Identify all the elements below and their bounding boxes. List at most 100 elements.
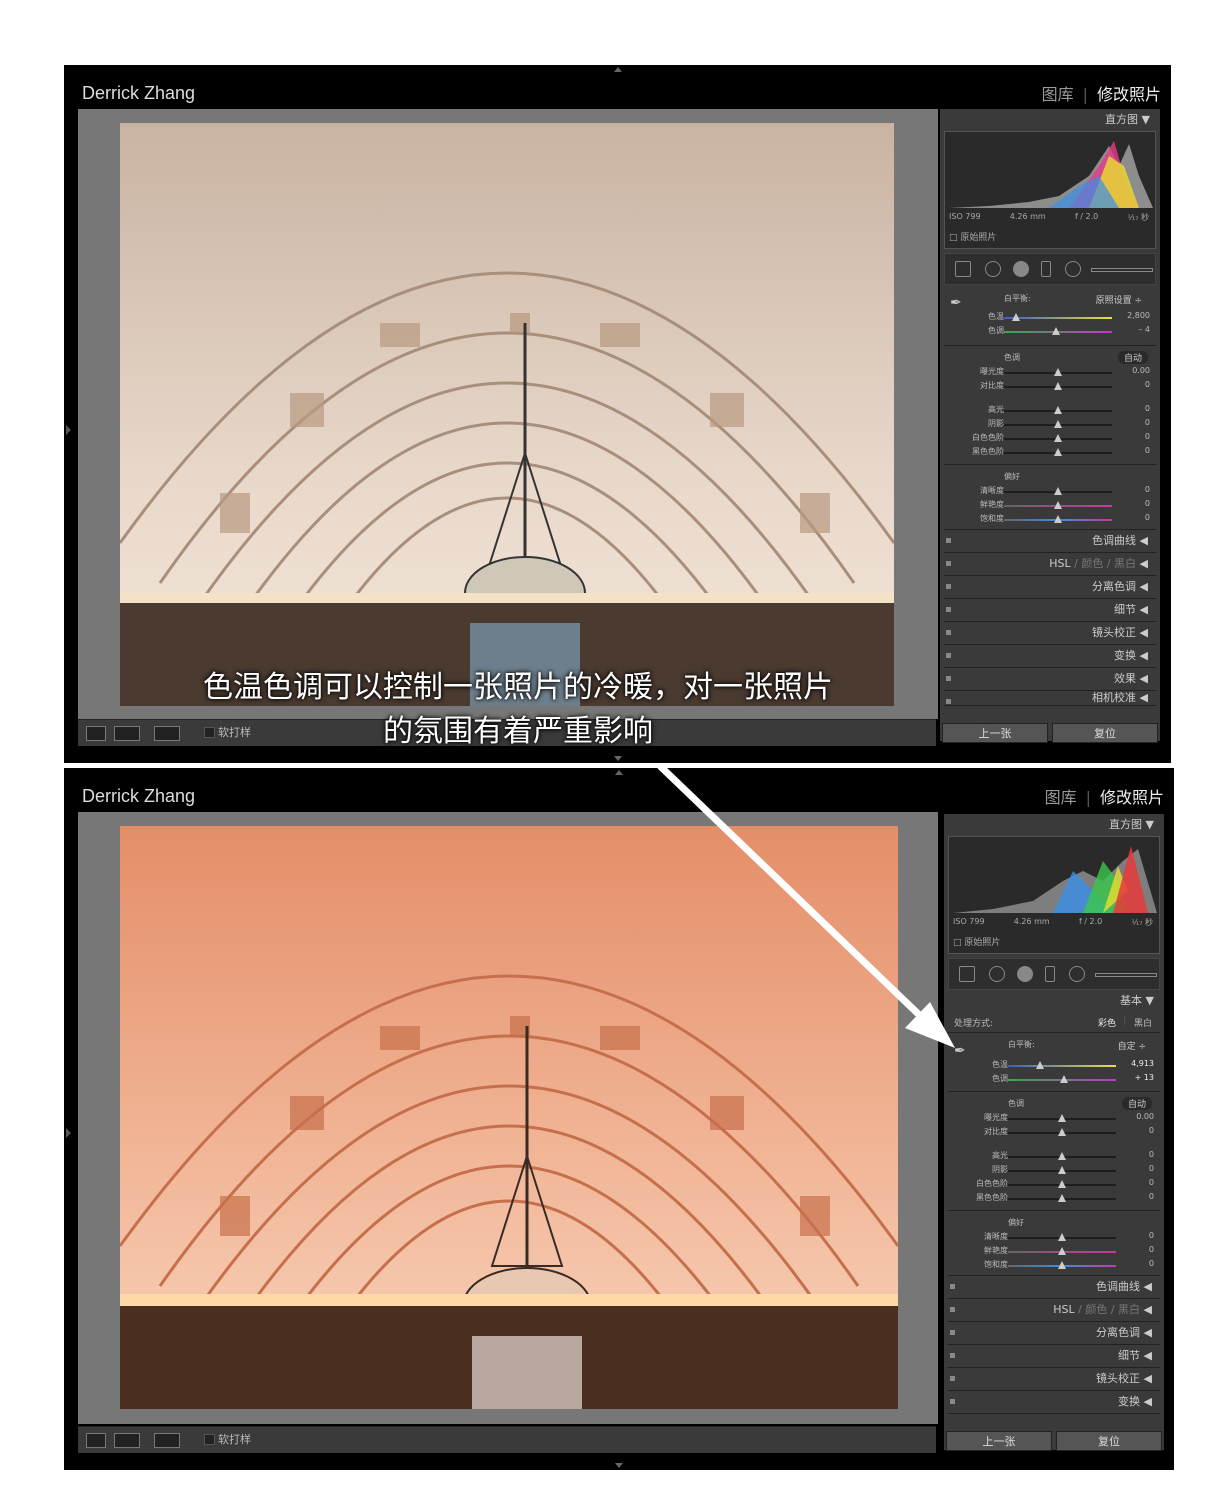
saturation-slider[interactable]: 饱和度 0 [948,1259,1160,1273]
tint-slider[interactable]: 色调 – 4 [944,325,1156,339]
lightroom-window-after: Derrick Zhang 图库 | 修改照片 软打样 直方图 ▼ ISO 79… [64,768,1174,1470]
radial-filter-icon[interactable] [1069,966,1085,982]
tint-slider[interactable]: 色调 + 13 [948,1073,1160,1087]
basic-header[interactable]: 基本 ▼ [944,990,1164,1012]
eyedropper-icon[interactable]: ✒ [950,295,966,311]
histogram: ISO 799 4.26 mm f / 2.0 ¹⁄₁₇ 秒 □ 原始照片 [948,836,1160,954]
softproof-checkbox[interactable] [204,1434,215,1445]
develop-bottom-buttons: 上一张 复位 [944,1428,1164,1454]
module-develop[interactable]: 修改照片 [1100,788,1164,807]
reset-button[interactable]: 复位 [1056,1431,1162,1451]
panel-tone-curve[interactable]: 色调曲线 ◀ [948,1276,1160,1299]
wb-select[interactable]: 原照设置 ÷ [1096,293,1142,306]
wb-select[interactable]: 自定 ÷ [1118,1039,1146,1052]
auto-tone-button[interactable]: 自动 [1117,351,1148,364]
top-panel-toggle[interactable] [615,770,623,775]
exif-info: ISO 799 4.26 mm f / 2.0 ¹⁄₁₇ 秒 [953,917,1153,927]
bottom-panel-toggle[interactable] [613,756,622,761]
panel-transform[interactable]: 变换 ◀ [948,1391,1160,1414]
identity-plate: Derrick Zhang [82,83,196,103]
contrast-slider[interactable]: 对比度 0 [944,380,1156,394]
filmstrip-toolbar: 软打样 [78,1426,936,1453]
presence-label: 偏好 [1004,472,1020,481]
temperature-slider[interactable]: 色温 2,800 [944,311,1156,325]
left-panel-toggle[interactable] [66,425,71,435]
panel-tone-curve[interactable]: 色调曲线 ◀ [944,530,1156,553]
shadows-slider[interactable]: 阴影 0 [948,1164,1160,1178]
temperature-slider[interactable]: 色温 4,913 [948,1059,1160,1073]
original-photo-checkbox[interactable]: □ 原始照片 [953,935,1000,948]
reset-button[interactable]: 复位 [1052,723,1158,743]
wb-label: 白平衡: [1004,294,1031,303]
spot-removal-icon[interactable] [985,261,1001,277]
whites-slider[interactable]: 白色色阶 0 [948,1178,1160,1192]
panel-lens-corrections[interactable]: 镜头校正 ◀ [948,1368,1160,1391]
radial-filter-icon[interactable] [1065,261,1081,277]
left-panel-toggle[interactable] [66,1128,71,1138]
panel-transform[interactable]: 变换 ◀ [944,645,1156,668]
treatment-label: 处理方式: [954,1019,994,1029]
photo-canvas [78,812,938,1424]
blacks-slider[interactable]: 黑色色阶 0 [944,446,1156,460]
panel-effects[interactable]: 效果 ◀ [944,668,1156,691]
presence-label: 偏好 [1008,1218,1024,1227]
panel-lens-corrections[interactable]: 镜头校正 ◀ [944,622,1156,645]
tone-label: 色调 [1008,1099,1024,1108]
auto-tone-button[interactable]: 自动 [1121,1097,1152,1110]
panel-detail[interactable]: 细节 ◀ [948,1345,1160,1368]
adjustment-brush-icon[interactable] [1091,268,1153,272]
adjustment-brush-icon[interactable] [1095,973,1157,977]
develop-right-panel: 直方图 ▼ ISO 799 4.26 mm f / 2.0 ¹⁄₁₇ 秒 □ 原始照片… [940,109,1160,741]
previous-button[interactable]: 上一张 [946,1431,1052,1451]
clarity-slider[interactable]: 清晰度 0 [944,485,1156,499]
presence-section: 偏好 清晰度 0 鲜艳度 0 饱和度 0 [948,1211,1160,1276]
panel-camera-calibration[interactable]: 相机校准 ◀ [944,691,1156,706]
saturation-slider[interactable]: 饱和度 0 [944,513,1156,527]
contrast-slider[interactable]: 对比度 0 [948,1126,1160,1140]
panel-split-toning[interactable]: 分离色调 ◀ [948,1322,1160,1345]
before-after-button[interactable] [114,1433,140,1448]
tone-section: 色调 自动 曝光度 0.00 对比度 0 高光 0 阴影 0 白色色阶 0 黑色色阶 0 [944,346,1156,465]
exposure-slider[interactable]: 曝光度 0.00 [944,366,1156,380]
treatment-color-option[interactable]: 彩色 [1098,1016,1116,1029]
original-photo-checkbox[interactable]: □ 原始照片 [949,230,996,243]
whites-slider[interactable]: 白色色阶 0 [944,432,1156,446]
module-library[interactable]: 图库 [1042,85,1074,104]
presence-section: 偏好 清晰度 0 鲜艳度 0 饱和度 0 [944,465,1156,530]
module-picker: 图库 | 修改照片 [1041,85,1161,104]
exposure-slider[interactable]: 曝光度 0.00 [948,1112,1160,1126]
top-panel-toggle[interactable] [613,67,622,72]
red-eye-icon[interactable] [1017,966,1033,982]
vibrance-slider[interactable]: 鲜艳度 0 [944,499,1156,513]
clarity-slider[interactable]: 清晰度 0 [948,1231,1160,1245]
treatment-bw-option[interactable]: 黑白 [1134,1016,1152,1029]
panel-detail[interactable]: 细节 ◀ [944,599,1156,622]
panel-split-toning[interactable]: 分离色调 ◀ [944,576,1156,599]
eyedropper-icon[interactable]: ✒ [954,1043,970,1059]
blacks-slider[interactable]: 黑色色阶 0 [948,1192,1160,1206]
histogram-header[interactable]: 直方图 ▼ [944,814,1164,836]
highlights-slider[interactable]: 高光 0 [948,1150,1160,1164]
photo-canvas [78,109,938,719]
graduated-filter-icon[interactable] [1041,261,1051,277]
panel-hsl[interactable]: HSL / 颜色 / 黑白 ◀ [944,553,1156,576]
crop-icon[interactable] [959,966,975,982]
vibrance-slider[interactable]: 鲜艳度 0 [948,1245,1160,1259]
tone-label: 色调 [1004,353,1020,362]
graduated-filter-icon[interactable] [1045,966,1055,982]
histogram-header[interactable]: 直方图 ▼ [940,109,1160,131]
before-after-swap-button[interactable] [154,1433,180,1448]
identity-plate: Derrick Zhang [82,786,196,806]
panel-hsl[interactable]: HSL / 颜色 / 黑白 ◀ [948,1299,1160,1322]
tone-section: 色调 自动 曝光度 0.00 对比度 0 高光 0 阴影 0 白色色阶 0 黑色色阶 0 [948,1092,1160,1211]
develop-right-panel: 直方图 ▼ ISO 799 4.26 mm f / 2.0 ¹⁄₁₇ 秒 □ 原始照片… [944,814,1164,1450]
module-library[interactable]: 图库 [1045,788,1077,807]
highlights-slider[interactable]: 高光 0 [944,404,1156,418]
module-develop[interactable]: 修改照片 [1097,85,1161,104]
red-eye-icon[interactable] [1013,261,1029,277]
spot-removal-icon[interactable] [989,966,1005,982]
loupe-view-button[interactable] [86,1433,106,1448]
crop-icon[interactable] [955,261,971,277]
shadows-slider[interactable]: 阴影 0 [944,418,1156,432]
bottom-panel-toggle[interactable] [615,1463,623,1468]
